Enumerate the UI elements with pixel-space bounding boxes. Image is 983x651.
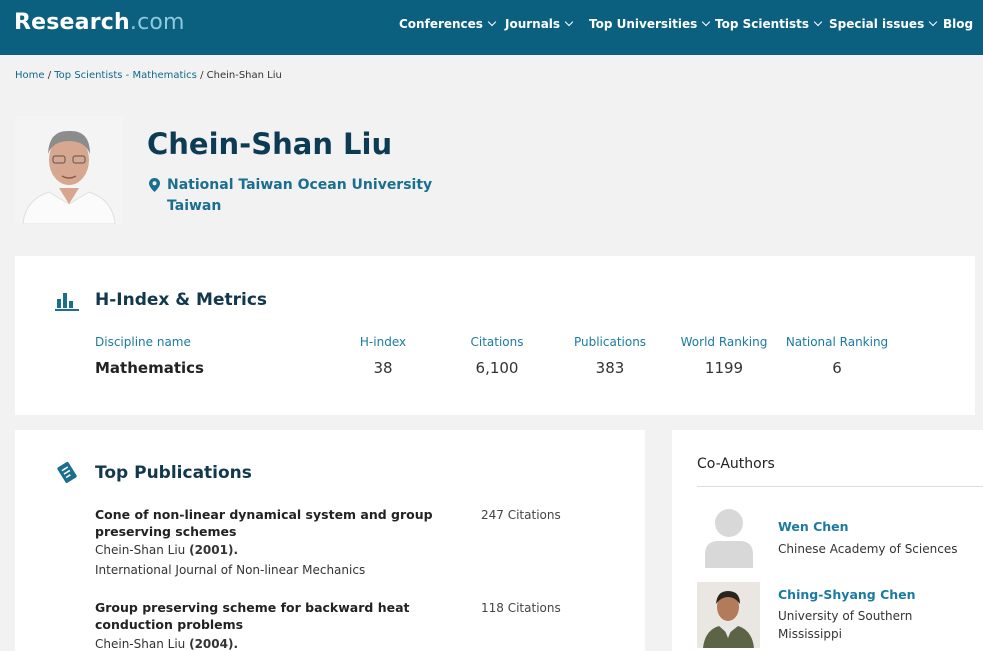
national-ranking-value: 6 — [832, 359, 842, 377]
breadcrumb-separator: / — [196, 70, 207, 81]
nav-blog[interactable]: Blog — [943, 17, 973, 31]
chevron-down-icon — [487, 17, 497, 27]
metrics-title: H-Index & Metrics — [95, 290, 268, 310]
discipline-value: Mathematics — [95, 359, 204, 377]
nav-special-issues[interactable]: Special issues — [829, 17, 938, 31]
site-logo[interactable]: Research.com — [14, 10, 185, 35]
publication-citations: 118 Citations — [481, 601, 561, 615]
publications-title: Top Publications — [95, 463, 252, 483]
nav-label: Conferences — [399, 17, 483, 31]
institution-link[interactable]: National Taiwan Ocean University — [149, 175, 432, 196]
document-icon — [57, 461, 79, 489]
chevron-down-icon — [702, 17, 711, 27]
logo-domain-text: .com — [129, 10, 185, 35]
breadcrumb-home-link[interactable]: Home — [15, 70, 45, 81]
col-header-citations: Citations — [470, 335, 524, 349]
col-header-hindex: H-index — [359, 335, 407, 349]
world-ranking-value: 1199 — [704, 359, 744, 377]
scientist-name: Chein-Shan Liu — [147, 127, 393, 161]
publication-venue: International Journal of Non-linear Mech… — [95, 563, 366, 577]
nav-label: Top Scientists — [715, 17, 810, 31]
publication-author: Chein-Shan Liu — [95, 637, 186, 651]
publication-author-year: Chein-Shan Liu (2001). — [95, 543, 238, 557]
nav-label: Special issues — [829, 17, 925, 31]
citations-value: 6,100 — [475, 359, 519, 377]
coauthor-name-link[interactable]: Wen Chen — [778, 519, 849, 534]
col-header-national-ranking: National Ranking — [785, 335, 889, 349]
nav-label: Journals — [505, 17, 561, 31]
map-pin-icon — [149, 178, 160, 199]
nav-top-scientists[interactable]: Top Scientists — [715, 17, 823, 31]
publication-year: (2001). — [189, 543, 239, 557]
top-navigation-bar: Research.com Conferences Journals Top Un… — [0, 0, 983, 55]
country-link[interactable]: Taiwan — [149, 196, 432, 217]
breadcrumb-section-link[interactable]: Top Scientists - Mathematics — [54, 70, 197, 81]
nav-journals[interactable]: Journals — [505, 17, 574, 31]
chevron-down-icon — [928, 17, 938, 27]
publication-author: Chein-Shan Liu — [95, 543, 186, 557]
publication-citations: 247 Citations — [481, 508, 561, 522]
divider — [697, 486, 983, 487]
publication-title-link[interactable]: Cone of non-linear dynamical system and … — [95, 506, 470, 540]
breadcrumb: Home / Top Scientists - Mathematics / Ch… — [15, 70, 282, 81]
scientist-photo — [15, 116, 123, 224]
coauthor-affiliation: Chinese Academy of Sciences — [778, 542, 958, 556]
coauthor-affiliation: University of Southern Mississippi — [778, 609, 913, 641]
metrics-card: H-Index & Metrics Discipline name H-inde… — [15, 256, 975, 415]
chevron-down-icon — [564, 17, 574, 27]
breadcrumb-separator: / — [44, 70, 55, 81]
hindex-value: 38 — [373, 359, 393, 377]
publications-value: 383 — [595, 359, 625, 377]
nav-conferences[interactable]: Conferences — [399, 17, 497, 31]
coauthors-card: Co-Authors Wen Chen Chinese Academy of S… — [672, 430, 983, 651]
publications-card: Top Publications Cone of non-linear dyna… — [15, 430, 645, 651]
coauthor-photo — [697, 582, 760, 651]
scientist-affiliation: National Taiwan Ocean University Taiwan — [149, 175, 432, 217]
publication-author-year: Chein-Shan Liu (2004). — [95, 637, 238, 651]
breadcrumb-current: Chein-Shan Liu — [206, 70, 282, 81]
default-avatar-icon — [703, 504, 755, 572]
publication-year: (2004). — [189, 637, 239, 651]
publication-title-link[interactable]: Group preserving scheme for backward hea… — [95, 599, 470, 633]
coauthor-name-link[interactable]: Ching-Shyang Chen — [778, 587, 916, 602]
nav-top-universities[interactable]: Top Universities — [589, 17, 711, 31]
bar-chart-icon — [55, 291, 79, 315]
chevron-down-icon — [813, 17, 823, 27]
col-header-publications: Publications — [573, 335, 647, 349]
col-header-discipline: Discipline name — [95, 335, 191, 349]
logo-main-text: Research — [14, 10, 130, 35]
nav-label: Blog — [943, 17, 974, 31]
coauthors-title: Co-Authors — [697, 456, 775, 472]
col-header-world-ranking: World Ranking — [680, 335, 768, 349]
nav-label: Top Universities — [589, 17, 698, 31]
